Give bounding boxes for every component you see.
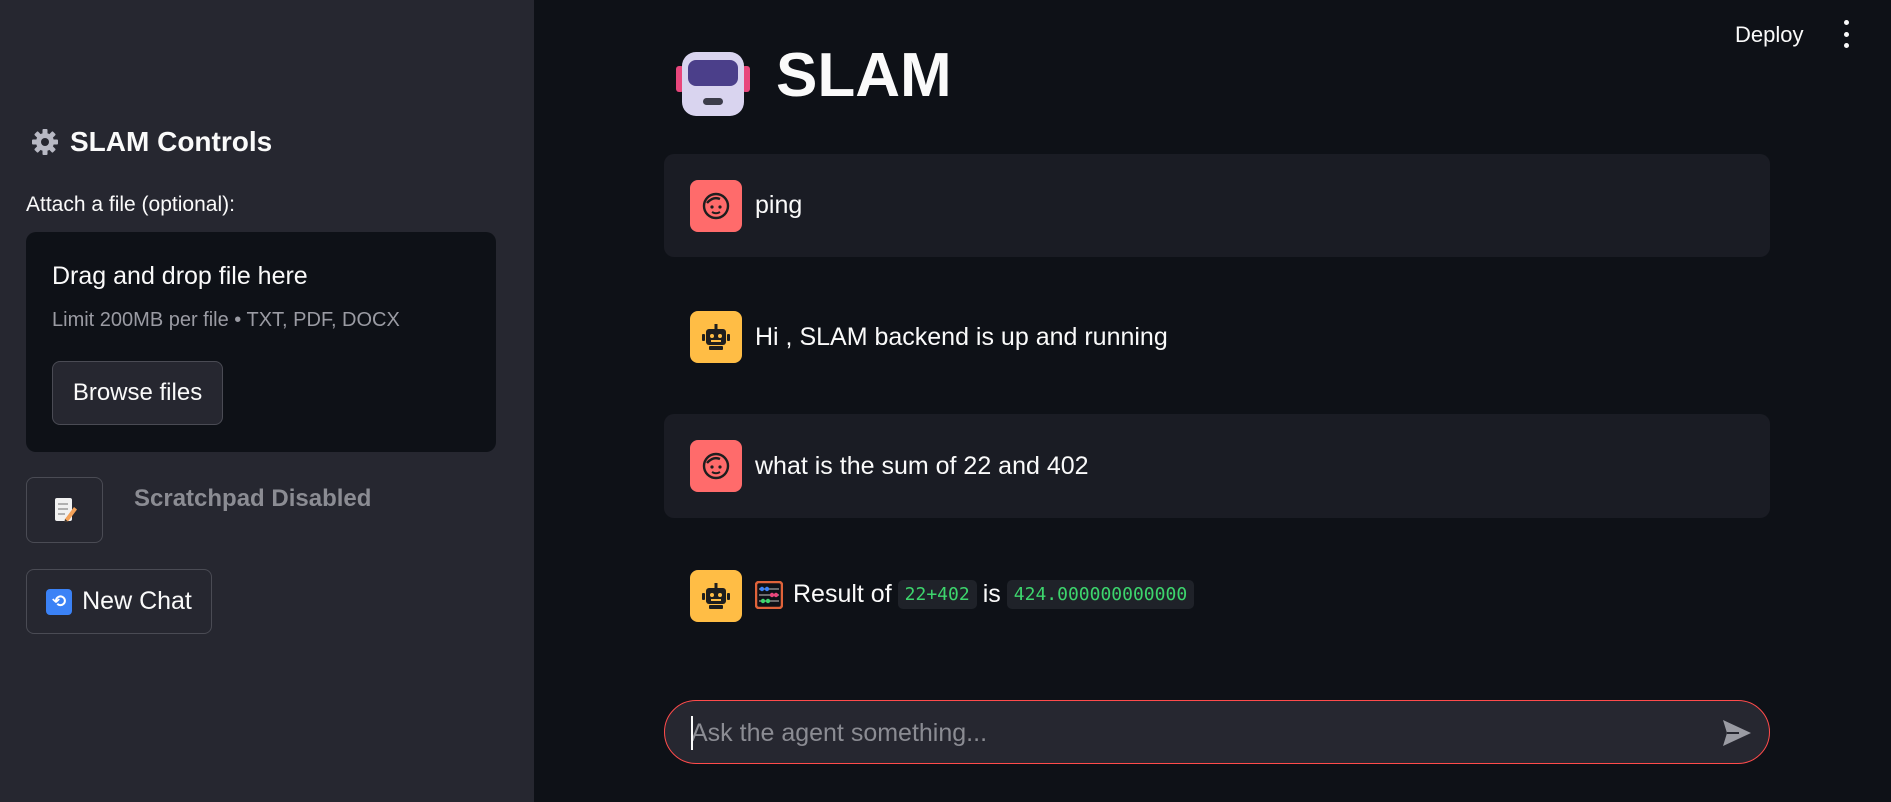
send-icon[interactable] <box>1721 718 1753 748</box>
face-icon <box>702 452 730 480</box>
assistant-avatar <box>690 570 742 622</box>
memo-icon <box>54 498 77 522</box>
robot-icon <box>702 583 730 609</box>
chat-input[interactable] <box>691 713 1691 753</box>
chat-message-user: ping <box>664 154 1770 257</box>
page-title: SLAM <box>776 41 952 110</box>
gear-icon <box>32 129 58 155</box>
new-chat-button[interactable]: ⟲ New Chat <box>26 569 212 634</box>
expression-code: 22+402 <box>897 580 977 609</box>
user-avatar <box>690 180 742 232</box>
kebab-menu-icon[interactable] <box>1840 20 1852 48</box>
chat-message-assistant: Result of 22+402 is 424.000000000000 <box>664 544 1770 648</box>
message-text: ping <box>755 191 803 219</box>
message-text: Result of 22+402 is 424.000000000000 <box>755 580 1195 609</box>
message-text: what is the sum of 22 and 402 <box>755 452 1089 480</box>
dropzone-limit-text: Limit 200MB per file • TXT, PDF, DOCX <box>52 309 400 331</box>
text-caret <box>691 716 693 750</box>
new-chat-label: New Chat <box>82 587 192 615</box>
chat-input-container <box>664 700 1770 764</box>
scratchpad-status-label: Scratchpad Disabled <box>134 485 372 512</box>
scratchpad-toggle-button[interactable] <box>26 477 103 543</box>
result-prefix-text: Result of <box>793 580 892 608</box>
sidebar-title: SLAM Controls <box>70 126 273 157</box>
sidebar: SLAM Controls Attach a file (optional): … <box>0 0 534 802</box>
file-dropzone[interactable]: Drag and drop file here Limit 200MB per … <box>26 232 496 452</box>
result-middle-text: is <box>982 580 1001 608</box>
dropzone-title: Drag and drop file here <box>52 262 308 290</box>
abacus-icon <box>755 580 783 609</box>
chat-message-assistant: Hi , SLAM backend is up and running <box>664 283 1770 393</box>
deploy-button[interactable]: Deploy <box>1735 22 1803 48</box>
message-text: Hi , SLAM backend is up and running <box>755 323 1168 351</box>
chat-message-user: what is the sum of 22 and 402 <box>664 414 1770 518</box>
refresh-icon: ⟲ <box>46 588 73 615</box>
sidebar-header: SLAM Controls <box>30 126 272 158</box>
result-code: 424.000000000000 <box>1006 580 1195 609</box>
face-icon <box>702 192 730 220</box>
robot-icon <box>702 324 730 350</box>
user-avatar <box>690 440 742 492</box>
assistant-avatar <box>690 311 742 363</box>
attach-file-label: Attach a file (optional): <box>26 193 235 216</box>
browse-files-button[interactable]: Browse files <box>52 361 223 425</box>
robot-logo-icon <box>676 52 750 116</box>
